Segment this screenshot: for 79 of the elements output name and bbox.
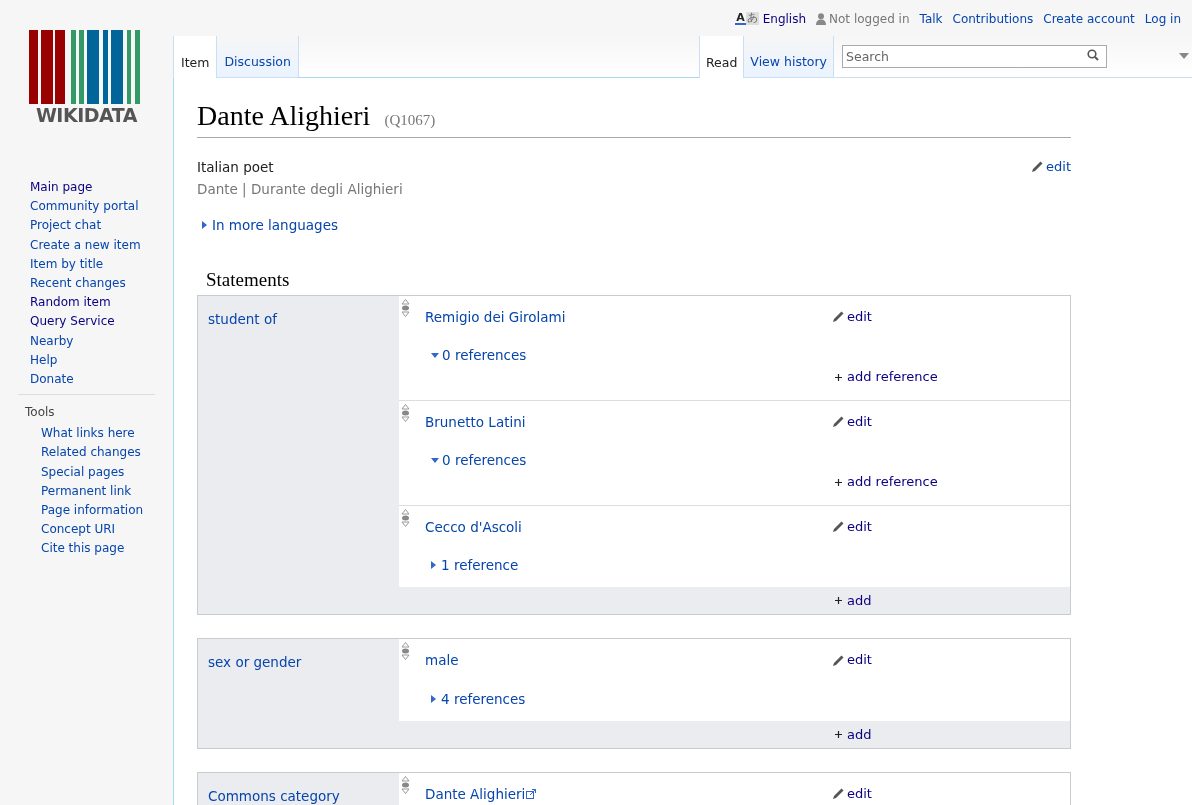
sidebar-link[interactable]: Related changes (41, 443, 141, 463)
personal-link[interactable]: Contributions (952, 9, 1034, 28)
plus-icon (835, 373, 842, 381)
value-link[interactable]: Dante Alighieri (425, 783, 537, 805)
personal-link[interactable]: Create account (1043, 9, 1135, 28)
sidebar-link[interactable]: Random item (30, 293, 111, 313)
references-toggle[interactable]: 1 reference (431, 555, 519, 576)
pencil-icon (832, 653, 845, 667)
property-link[interactable]: sex or gender (208, 654, 302, 671)
language-link[interactable]: English (762, 9, 807, 28)
edit-link[interactable]: edit (832, 650, 872, 670)
sidebar-link[interactable]: Permanent link (41, 481, 132, 502)
page-title: Dante Alighieri (197, 99, 371, 133)
section-heading: Statements (206, 269, 291, 289)
sidebar-link[interactable]: Concept URI (41, 520, 116, 540)
property-link[interactable]: student of (208, 310, 277, 327)
login-status: Not logged in (829, 10, 910, 28)
pencil-icon (832, 310, 845, 324)
add-statement-link[interactable]: add (835, 724, 872, 745)
pencil-icon (1031, 160, 1045, 174)
sidebar-link[interactable]: Query Service (30, 312, 115, 332)
logo-wordmark[interactable]: WIKIDATA (35, 106, 138, 125)
edit-link[interactable]: edit (1031, 155, 1071, 178)
page-tab[interactable]: Read (698, 36, 744, 78)
caret-right-icon (202, 220, 207, 229)
sidebar-link[interactable]: Project chat (30, 216, 102, 236)
value-link[interactable]: Brunetto Latini (425, 411, 526, 433)
add-reference-link[interactable]: add reference (835, 367, 938, 387)
page-tab[interactable]: Item (173, 36, 217, 78)
pencil-icon (832, 415, 845, 429)
references-toggle[interactable]: 4 references (431, 688, 526, 709)
personal-link[interactable]: Talk (919, 9, 943, 28)
value-link[interactable]: Remigio dei Girolami (425, 306, 566, 328)
rank-selector-icon[interactable] (401, 641, 410, 662)
sidebar-link[interactable]: Main page (30, 178, 93, 198)
edit-link[interactable]: edit (832, 783, 872, 804)
value-link[interactable]: Cecco d'Ascoli (425, 516, 522, 538)
sidebar-link[interactable]: Page information (41, 501, 144, 521)
sidebar-link[interactable]: Item by title (30, 254, 104, 274)
search-field[interactable]: Search (842, 45, 1107, 68)
add-reference-link[interactable]: add reference (835, 472, 938, 492)
search-icon[interactable] (1087, 49, 1099, 61)
sidebar-heading[interactable]: Tools (0, 403, 55, 422)
rank-selector-icon[interactable] (401, 297, 410, 318)
item-aliases: Dante | Durante degli Alighieri (197, 179, 403, 200)
sidebar-link[interactable]: Recent changes (30, 274, 126, 294)
plus-icon (835, 597, 842, 605)
page-tab[interactable]: View history (743, 36, 833, 78)
sidebar-link[interactable]: Donate (30, 370, 74, 390)
personal-link[interactable]: Log in (1144, 9, 1181, 28)
sidebar-link[interactable]: Cite this page (41, 539, 125, 559)
user-icon (816, 12, 827, 25)
plus-icon (835, 730, 842, 738)
rank-selector-icon[interactable] (401, 402, 410, 423)
edit-link[interactable]: edit (832, 516, 872, 537)
property-link[interactable]: Commons category (208, 787, 340, 804)
sidebar-link[interactable]: Community portal (30, 197, 139, 217)
pencil-icon (832, 787, 845, 801)
value-link[interactable]: male (425, 650, 459, 671)
plus-icon (835, 478, 842, 486)
item-id: (Q1067) (384, 111, 436, 130)
sidebar-link[interactable]: What links here (41, 424, 135, 444)
rank-selector-icon[interactable] (401, 774, 410, 795)
item-description: Italian poet (197, 157, 274, 177)
references-toggle[interactable]: 0 references (431, 345, 527, 366)
sidebar-link[interactable]: Special pages (41, 462, 125, 482)
external-link-icon (526, 788, 537, 799)
pencil-icon (832, 520, 845, 534)
page-tab[interactable]: Discussion (216, 36, 298, 78)
sidebar-link[interactable]: Nearby (30, 331, 74, 351)
sidebar-link[interactable]: Help (30, 350, 58, 371)
add-statement-link[interactable]: add (835, 591, 872, 611)
references-toggle[interactable]: 0 references (431, 450, 527, 471)
sidebar-link[interactable]: Create a new item (30, 235, 141, 255)
dropdown-caret-icon[interactable] (1179, 53, 1189, 59)
more-languages-toggle[interactable]: In more languages (202, 214, 338, 235)
rank-selector-icon[interactable] (401, 507, 410, 528)
edit-link[interactable]: edit (832, 411, 872, 432)
edit-link[interactable]: edit (832, 306, 872, 327)
